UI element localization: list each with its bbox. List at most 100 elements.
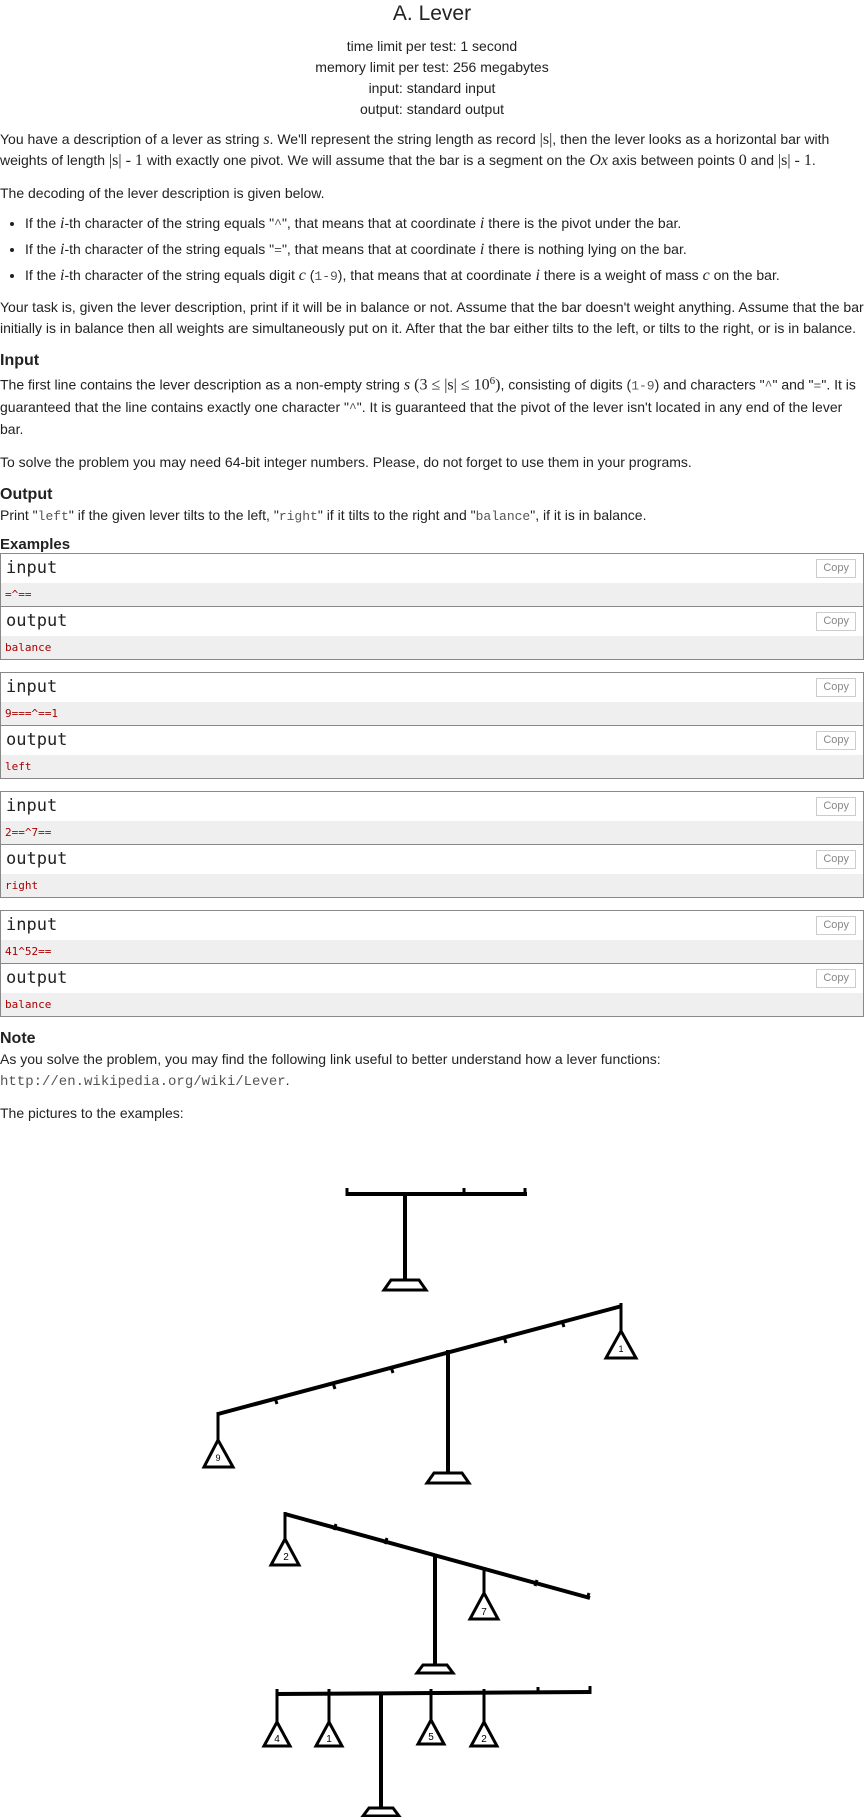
bar-tick — [560, 1320, 566, 1328]
lever-figure-1 — [345, 1188, 527, 1292]
example-output-header: output Copy — [1, 605, 863, 636]
lever-figure-2: 9 1 — [201, 1303, 639, 1485]
output-description: Print "left" if the given lever tilts to… — [0, 505, 864, 527]
text-fragment: . — [811, 152, 816, 168]
statement-paragraph-2: The decoding of the lever description is… — [0, 185, 325, 201]
text-fragment: , that means that at coordinate — [342, 267, 536, 283]
text-fragment: " if it tilts to the right and " — [317, 506, 476, 523]
copy-input-button[interactable]: Copy — [816, 558, 856, 578]
pivot-base — [381, 1278, 429, 1292]
text-fragment: . — [285, 1071, 290, 1088]
problem-title: A. Lever — [392, 2, 472, 25]
input-section-title: Input — [0, 352, 40, 369]
text-fragment: " if the given lever tilts to the left, … — [68, 506, 279, 523]
weight-label: 7 — [481, 1607, 487, 1618]
examples-section: Examples input Copy =^== output Copy balan… — [0, 536, 864, 1017]
math-end-expr: |s| - 1 — [777, 152, 812, 169]
code-right: right — [278, 508, 318, 524]
example-output-header: output Copy — [1, 962, 863, 993]
text-fragment: with exactly one pivot. We will assume t… — [142, 152, 590, 168]
text-fragment: -th character of the string equals digit — [64, 267, 299, 283]
output-section-title: Output — [0, 485, 53, 503]
text-fragment: The first line contains the lever descri… — [0, 376, 404, 393]
weight-label: 2 — [283, 1552, 289, 1563]
copy-input-button[interactable]: Copy — [816, 796, 856, 816]
weight-label: 5 — [428, 1732, 434, 1743]
example-input-header: input Copy — [1, 553, 863, 583]
example-block: input Copy 41^52== output Copy balance — [0, 909, 864, 1017]
output-label: output — [6, 848, 68, 869]
example-input-header: input Copy — [1, 672, 863, 702]
example-block: input Copy =^== output Copy balance — [0, 552, 864, 660]
math-c: c — [298, 267, 306, 284]
bar-tick — [389, 1366, 395, 1374]
text-fragment: ", that means that at coordinate — [281, 215, 480, 231]
lever-figure-4: 4 1 5 2 — [261, 1686, 592, 1817]
math-c: c — [702, 267, 710, 284]
copy-input-button[interactable]: Copy — [816, 915, 856, 935]
statement-paragraph-1: You have a description of a lever as str… — [0, 129, 864, 171]
math-zero: 0 — [738, 152, 747, 169]
text-fragment: there is the pivot under the bar. — [484, 215, 682, 231]
statement-paragraph-3: Your task is, given the lever descriptio… — [0, 299, 864, 336]
decoding-list: If the i-th character of the string equa… — [0, 211, 864, 289]
text-fragment: -th character of the string equals " — [64, 241, 275, 257]
example-output-header: output Copy — [1, 724, 863, 755]
text-fragment: there is a weight of mass — [539, 267, 703, 283]
text-fragment: You have a description of a lever as str… — [0, 131, 264, 147]
example-block: input Copy 9===^==1 output Copy left — [0, 671, 864, 779]
input-label: input — [6, 914, 58, 935]
lever-bar — [275, 1690, 592, 1696]
list-item: If the i-th character of the string equa… — [25, 237, 864, 263]
code-caret: ^ — [348, 400, 357, 416]
math-constraint: (3 ≤ |s| ≤ 10 — [410, 376, 490, 394]
input-type: input: standard input — [368, 80, 496, 96]
note-text: As you solve the problem, you may find t… — [0, 1050, 661, 1067]
text-fragment: If the — [25, 241, 61, 257]
limits-block: time limit per test: 1 second memory lim… — [0, 36, 864, 120]
bar-tick — [502, 1336, 508, 1344]
code-digits: 1-9 — [314, 269, 338, 284]
text-fragment: " and " — [772, 376, 814, 393]
code-balance: balance — [475, 508, 531, 524]
copy-output-button[interactable]: Copy — [816, 849, 856, 869]
output-label: output — [6, 610, 68, 631]
text-fragment: on the bar. — [709, 267, 780, 283]
copy-output-button[interactable]: Copy — [816, 611, 856, 631]
output-label: output — [6, 729, 68, 750]
weight-label: 9 — [215, 1453, 220, 1463]
bar-tick — [331, 1382, 337, 1390]
memory-limit: memory limit per test: 256 megabytes — [315, 59, 549, 75]
copy-output-button[interactable]: Copy — [816, 968, 856, 988]
wikipedia-link[interactable]: http://en.wikipedia.org/wiki/Lever — [0, 1074, 286, 1090]
examples-title: Examples — [0, 535, 71, 553]
text-fragment: ", if it is in balance. — [530, 506, 647, 523]
example-input-data: 9===^==1 — [1, 701, 863, 725]
example-input-data: 41^52== — [1, 939, 863, 963]
lever-figure-3: 2 7 — [268, 1512, 591, 1675]
code-caret: ^ — [274, 217, 282, 232]
text-fragment: If the — [25, 215, 61, 231]
input-description: The first line contains the lever descri… — [0, 371, 864, 440]
example-output-data: left — [1, 754, 863, 778]
output-label: output — [6, 967, 68, 988]
example-output-data: balance — [1, 635, 863, 659]
bar-tick — [332, 1523, 338, 1531]
note-title: Note — [0, 1029, 36, 1047]
example-input-header: input Copy — [1, 791, 863, 821]
math-ox: Ox — [589, 152, 609, 169]
copy-output-button[interactable]: Copy — [816, 730, 856, 750]
bar-tick — [533, 1579, 539, 1587]
lever-figures: 9 1 2 7 4 1 5 2 — [201, 1188, 639, 1817]
input-label: input — [6, 676, 58, 697]
text-fragment: there is nothing lying on the bar. — [484, 241, 687, 257]
copy-input-button[interactable]: Copy — [816, 677, 856, 697]
input-label: input — [6, 795, 58, 816]
example-output-data: right — [1, 873, 863, 897]
text-fragment: Print " — [0, 506, 38, 523]
example-input-data: =^== — [1, 582, 863, 606]
weight-label: 1 — [326, 1734, 332, 1745]
text-fragment: ) and characters " — [654, 376, 765, 393]
example-block: input Copy 2==^7== output Copy right — [0, 790, 864, 898]
text-fragment: If the — [25, 267, 61, 283]
